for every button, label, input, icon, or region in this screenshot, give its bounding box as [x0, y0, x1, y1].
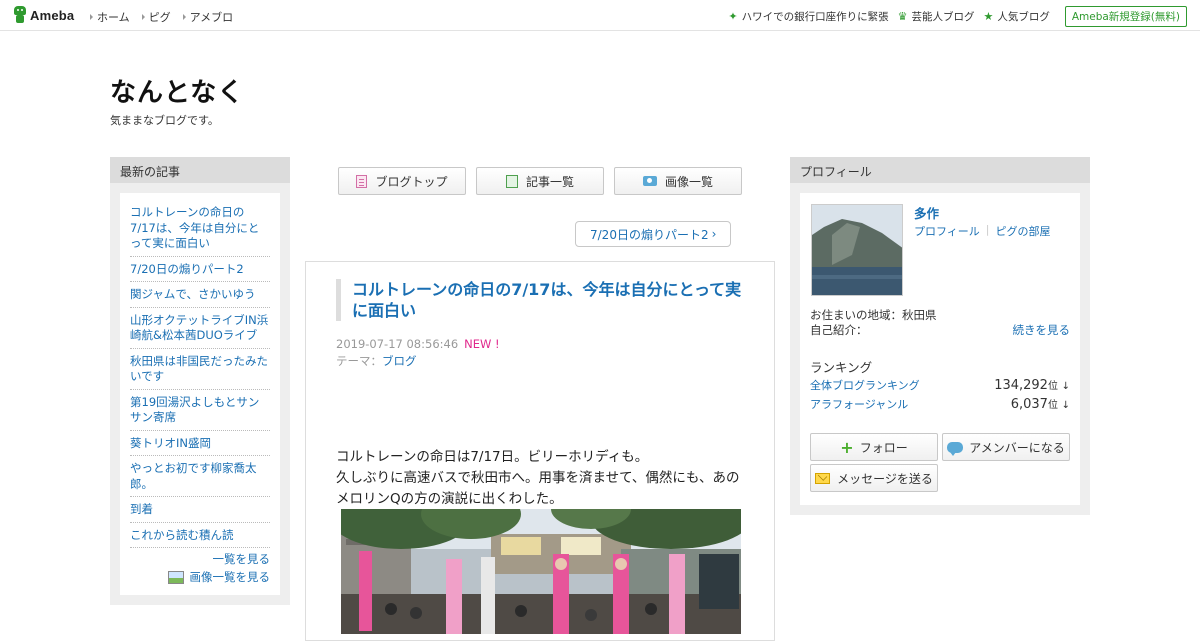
ranking-value-group: 134,292位 ↓	[994, 377, 1070, 393]
logo-text: Ameba	[30, 7, 75, 23]
star-icon: ★	[983, 10, 994, 23]
new-badge: NEW !	[464, 337, 500, 351]
chevron-right-icon: ›	[711, 227, 717, 241]
ranking-row: 全体ブログランキング 134,292位 ↓	[810, 377, 1070, 393]
profile-name[interactable]: 多作	[914, 203, 939, 222]
image-gallery-icon	[167, 570, 184, 584]
ranking-value-group: 6,037位 ↓	[1011, 396, 1070, 412]
send-message-button[interactable]: メッセージを送る	[810, 464, 938, 492]
plus-icon: +	[840, 437, 854, 457]
article-paragraph: コルトレーンの命日は7/17日。ビリーホリディも。	[336, 449, 649, 465]
avatar-image	[812, 205, 902, 295]
recent-entry-link[interactable]: やっとお初です柳家喬太郎。	[130, 459, 270, 497]
recent-entries-panel: 最新の記事 コルトレーンの命日の7/17は、今年は自分にとって実に面白い 7/2…	[110, 157, 290, 605]
recent-entry-link[interactable]: 第19回湯沢よしもとサンサン寄席	[130, 393, 270, 431]
article-theme: テーマ：ブログ	[336, 353, 417, 369]
triangle-icon	[182, 14, 186, 20]
triangle-icon	[141, 14, 145, 20]
ranking-row: アラフォージャンル 6,037位 ↓	[810, 396, 1070, 412]
profile-body: 多作 プロフィール | ピグの部屋 お住まいの地域：秋田県 自己紹介： 続きを見…	[800, 193, 1080, 505]
nav-pig[interactable]: ピグ	[141, 9, 171, 25]
nav-ameblo[interactable]: アメブロ	[182, 9, 233, 25]
read-more-link[interactable]: 続きを見る	[1013, 322, 1071, 338]
signup-button[interactable]: Ameba新規登録(無料)	[1064, 6, 1187, 27]
ameba-logo[interactable]: Ameba	[13, 6, 74, 24]
article-body: コルトレーンの命日は7/17日。ビリーホリディも。 久しぶりに高速バスで秋田市へ…	[336, 447, 748, 510]
recent-entry-link[interactable]: これから読む積ん読	[130, 526, 270, 548]
pig-room-link[interactable]: ピグの部屋	[996, 223, 1051, 239]
camera-icon	[642, 176, 657, 186]
crown-icon: ♛	[897, 10, 908, 23]
sidebar-more-links: 一覧を見る 画像一覧を見る	[167, 551, 271, 587]
recent-entries-heading: 最新の記事	[110, 157, 290, 183]
profile-self-intro: 自己紹介：	[810, 323, 868, 337]
article-paragraph: 久しぶりに高速バスで秋田市へ。用事を済ませて、偶然にも、あのメロリンQの方の演説…	[336, 470, 740, 507]
ranking-unit: 位	[1047, 400, 1058, 411]
article: コルトレーンの命日の7/17は、今年は自分にとって実に面白い 2019-07-1…	[305, 261, 775, 641]
theme-prefix: テーマ：	[336, 354, 382, 368]
overall-ranking-link[interactable]: 全体ブログランキング	[810, 377, 920, 393]
recent-entry-link[interactable]: 7/20日の煽りパート2	[130, 260, 270, 282]
image-list-button[interactable]: 画像一覧	[614, 167, 742, 195]
profile-heading: プロフィール	[790, 157, 1090, 183]
profile-panel: プロフィール 多作 プロフィール | ピグの部屋 お住まいの地域：秋田県 自己紹…	[790, 157, 1090, 515]
header-popular-blog-link[interactable]: ★ 人気ブログ	[983, 9, 1049, 24]
recent-entry-link[interactable]: 関ジャムで、さかいゆう	[130, 285, 270, 308]
genre-ranking-link[interactable]: アラフォージャンル	[810, 396, 908, 412]
recent-entry-link[interactable]: 秋田県は非国民だったみたいです	[130, 352, 270, 390]
see-all-entries-link[interactable]: 一覧を見る	[213, 551, 271, 567]
entry-list-button[interactable]: 記事一覧	[476, 167, 604, 195]
header-celebrity-blog-link[interactable]: ♛ 芸能人ブログ	[898, 9, 975, 24]
article-photo[interactable]	[341, 509, 741, 634]
theme-link[interactable]: ブログ	[382, 354, 417, 368]
profile-link[interactable]: プロフィール	[914, 223, 980, 239]
recent-entry-link[interactable]: コルトレーンの命日の7/17は、今年は自分にとって実に面白い	[130, 203, 270, 257]
recent-entry-link[interactable]: 山形オクテットライブIN浜崎航&松本茜DUOライブ	[130, 311, 270, 349]
global-header: Ameba ホーム ピグ アメブロ ✦ ハワイでの銀行口座作りに緊張 ♛ 芸能人ブロ…	[0, 0, 1200, 31]
sparkle-icon: ✦	[728, 10, 738, 23]
next-entry-button[interactable]: 7/20日の煽りパート2 ›	[575, 221, 732, 247]
ranking-heading: ランキング	[810, 360, 873, 375]
article-datetime: 2019-07-17 08:56:46	[336, 337, 459, 351]
trend-down-icon: ↓	[1061, 381, 1070, 392]
blog-description: 気ままなブログです。	[110, 114, 219, 127]
header-right-links: ✦ ハワイでの銀行口座作りに緊張 ♛ 芸能人ブログ ★ 人気ブログ Ameba新規登録…	[728, 6, 1187, 27]
blog-top-button[interactable]: ブログトップ	[338, 167, 466, 195]
blog-tabs: ブログトップ 記事一覧 画像一覧	[338, 167, 742, 195]
trend-down-icon: ↓	[1061, 400, 1070, 411]
rally-photo-illustration	[341, 509, 741, 634]
separator: |	[985, 223, 990, 236]
document-icon	[356, 174, 368, 188]
follow-button[interactable]: + フォロー	[810, 433, 938, 461]
pages-icon	[502, 174, 518, 191]
ameba-logo-icon	[13, 6, 27, 24]
profile-links: プロフィール | ピグの部屋	[914, 223, 1051, 239]
header-featured-link[interactable]: ✦ ハワイでの銀行口座作りに緊張	[728, 9, 888, 24]
ranking-value: 134,292	[994, 378, 1048, 393]
profile-address: お住まいの地域：秋田県	[810, 308, 937, 322]
triangle-icon	[90, 14, 93, 20]
recent-entries-list: コルトレーンの命日の7/17は、今年は自分にとって実に面白い 7/20日の煽りパ…	[120, 193, 280, 595]
amember-button[interactable]: アメンバーになる	[942, 433, 1070, 461]
global-nav: ホーム ピグ アメブロ	[90, 9, 233, 25]
article-meta: 2019-07-17 08:56:46 NEW !	[336, 337, 500, 351]
recent-entry-link[interactable]: 葵トリオIN盛岡	[130, 434, 270, 456]
ranking-value: 6,037	[1010, 397, 1048, 412]
ranking-unit: 位	[1047, 381, 1058, 392]
article-title[interactable]: コルトレーンの命日の7/17は、今年は自分にとって実に面白い	[336, 279, 746, 321]
see-images-link[interactable]: 画像一覧を見る	[190, 569, 271, 585]
blog-title[interactable]: なんとなく	[110, 72, 244, 109]
profile-avatar[interactable]	[811, 204, 903, 296]
recent-entry-link[interactable]: 到着	[130, 500, 270, 523]
nav-home[interactable]: ホーム	[90, 9, 130, 25]
mail-icon	[815, 472, 831, 484]
chat-bubble-icon	[947, 441, 964, 456]
